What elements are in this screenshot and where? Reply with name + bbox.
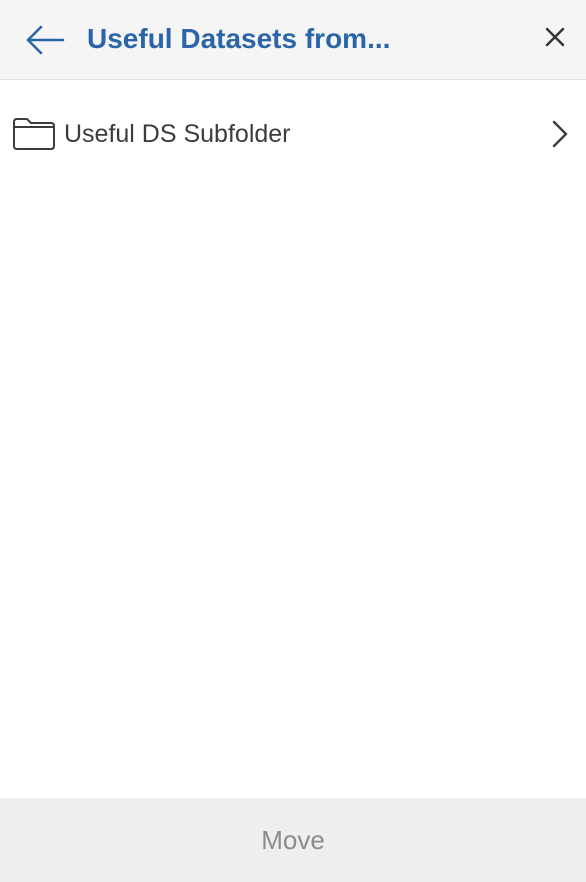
close-icon (545, 27, 565, 47)
back-button[interactable] (20, 18, 70, 62)
page-title: Useful Datasets from... (87, 23, 391, 54)
folder-list: Useful DS Subfolder (0, 81, 586, 189)
close-button[interactable] (535, 17, 575, 57)
folder-icon (13, 118, 55, 150)
folder-item-label: Useful DS Subfolder (64, 120, 291, 148)
chevron-right-icon (552, 120, 568, 148)
move-button[interactable]: Move (0, 798, 586, 882)
folder-item[interactable]: Useful DS Subfolder (0, 81, 586, 189)
arrow-left-icon (26, 25, 65, 55)
footer-bar: Move (0, 798, 586, 882)
header-bar: Useful Datasets from... (0, 0, 586, 80)
